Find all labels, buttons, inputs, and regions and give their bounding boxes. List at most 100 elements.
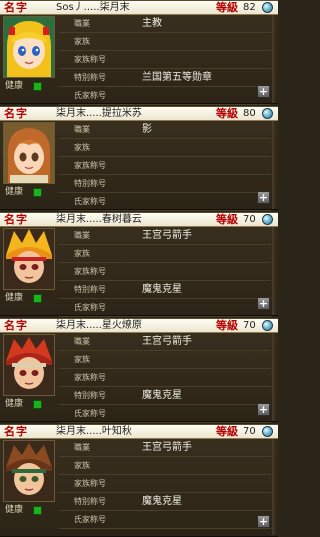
portrait-avatar[interactable] [3,440,55,502]
row-job: 職業 王宫弓箭手 [59,227,271,245]
job-label: 職業 [74,125,90,134]
health-indicator [33,400,42,409]
family-label: 家族 [74,37,90,46]
job-value: 王宫弓箭手 [142,336,192,347]
row-guild-family: 氏家称号 [59,511,271,529]
character-card[interactable]: 名字 Sos丿.....柒月末 等級 82 健康 職業 主教 家族 家族称号 特別… [0,0,278,105]
guild-family-label: 氏家称号 [74,91,106,100]
info-rows: 職業 王宫弓箭手 家族 家族称号 特別称号 魔鬼克星 氏家称号 [59,227,271,317]
family-title-label: 家族称号 [74,479,106,488]
card-edge [272,333,277,421]
expand-plus-button[interactable]: + [257,191,270,204]
character-card[interactable]: 名字 柒月末.....叶知秋 等級 70 健康 職業 王宫弓箭手 家族 家族称号 … [0,424,278,537]
job-label: 職業 [74,337,90,346]
family-label: 家族 [74,461,90,470]
card-edge [272,15,277,103]
row-family-title: 家族称号 [59,157,271,175]
family-title-label: 家族称号 [74,55,106,64]
orb-icon[interactable] [262,214,273,225]
health-label: 健康 [5,293,24,303]
portrait-avatar[interactable] [3,334,55,396]
card-header: 名字 Sos丿.....柒月末 等級 82 [0,1,278,15]
job-value: 影 [142,124,152,135]
guild-family-label: 氏家称号 [74,197,106,206]
level-label: 等級 [216,425,238,438]
row-family: 家族 [59,245,271,263]
level-value: 70 [243,426,256,437]
guild-family-label: 氏家称号 [74,515,106,524]
family-label: 家族 [74,143,90,152]
row-family-title: 家族称号 [59,475,271,493]
health-label: 健康 [5,399,24,409]
row-job: 職業 王宫弓箭手 [59,333,271,351]
health-label: 健康 [5,81,24,91]
name-label: 名字 [4,319,28,332]
name-label: 名字 [4,213,28,226]
orb-icon[interactable] [262,320,273,331]
card-edge [272,121,277,209]
special-title-label: 特別称号 [74,391,106,400]
row-job: 職業 王宫弓箭手 [59,439,271,457]
special-title-value: 魔鬼克星 [142,496,182,507]
row-special-title: 特別称号 魔鬼克星 [59,281,271,299]
character-card[interactable]: 名字 柒月末.....春树暮云 等級 70 健康 職業 王宫弓箭手 家族 家族称号… [0,212,278,317]
special-title-label: 特別称号 [74,285,106,294]
character-name: 柒月末.....星火燎原 [56,320,142,331]
character-card[interactable]: 名字 柒月末.....提拉米苏 等級 80 健康 職業 影 家族 家族称号 特別称… [0,106,278,211]
level-label: 等級 [216,319,238,332]
row-job: 職業 影 [59,121,271,139]
expand-plus-button[interactable]: + [257,297,270,310]
level-value: 80 [243,108,256,119]
job-value: 主教 [142,18,162,29]
special-title-value: 魔鬼克星 [142,390,182,401]
expand-plus-button[interactable]: + [257,85,270,98]
name-label: 名字 [4,1,28,14]
row-guild-family: 氏家称号 [59,299,271,317]
health-indicator [33,82,42,91]
guild-family-label: 氏家称号 [74,409,106,418]
portrait-avatar[interactable] [3,16,55,78]
row-special-title: 特別称号 [59,175,271,193]
expand-plus-button[interactable]: + [257,515,270,528]
row-family-title: 家族称号 [59,263,271,281]
special-title-value: 兰国第五等勋章 [142,72,212,83]
special-title-label: 特別称号 [74,179,106,188]
row-guild-family: 氏家称号 [59,405,271,423]
level-value: 70 [243,214,256,225]
info-rows: 職業 王宫弓箭手 家族 家族称号 特別称号 魔鬼克星 氏家称号 [59,439,271,529]
row-family: 家族 [59,457,271,475]
card-edge [272,227,277,315]
job-value: 王宫弓箭手 [142,230,192,241]
character-name: 柒月末.....春树暮云 [56,214,142,225]
row-family: 家族 [59,33,271,51]
health-indicator [33,506,42,515]
row-family-title: 家族称号 [59,51,271,69]
level-label: 等級 [216,107,238,120]
job-value: 王宫弓箭手 [142,442,192,453]
character-card[interactable]: 名字 柒月末.....星火燎原 等級 70 健康 職業 王宫弓箭手 家族 家族称号… [0,318,278,423]
orb-icon[interactable] [262,426,273,437]
card-header: 名字 柒月末.....提拉米苏 等級 80 [0,107,278,121]
character-name: 柒月末.....叶知秋 [56,426,132,437]
portrait-avatar[interactable] [3,228,55,290]
family-title-label: 家族称号 [74,373,106,382]
health-label: 健康 [5,187,24,197]
character-name: 柒月末.....提拉米苏 [56,108,142,119]
row-job: 職業 主教 [59,15,271,33]
health-label: 健康 [5,505,24,515]
guild-family-label: 氏家称号 [74,303,106,312]
orb-icon[interactable] [262,2,273,13]
row-guild-family: 氏家称号 [59,87,271,105]
level-value: 70 [243,320,256,331]
orb-icon[interactable] [262,108,273,119]
row-special-title: 特別称号 兰国第五等勋章 [59,69,271,87]
info-rows: 職業 影 家族 家族称号 特別称号 氏家称号 [59,121,271,211]
row-special-title: 特別称号 魔鬼克星 [59,387,271,405]
row-family-title: 家族称号 [59,369,271,387]
expand-plus-button[interactable]: + [257,403,270,416]
health-indicator [33,188,42,197]
family-label: 家族 [74,249,90,258]
row-guild-family: 氏家称号 [59,193,271,211]
row-special-title: 特別称号 魔鬼克星 [59,493,271,511]
portrait-avatar[interactable] [3,122,55,184]
